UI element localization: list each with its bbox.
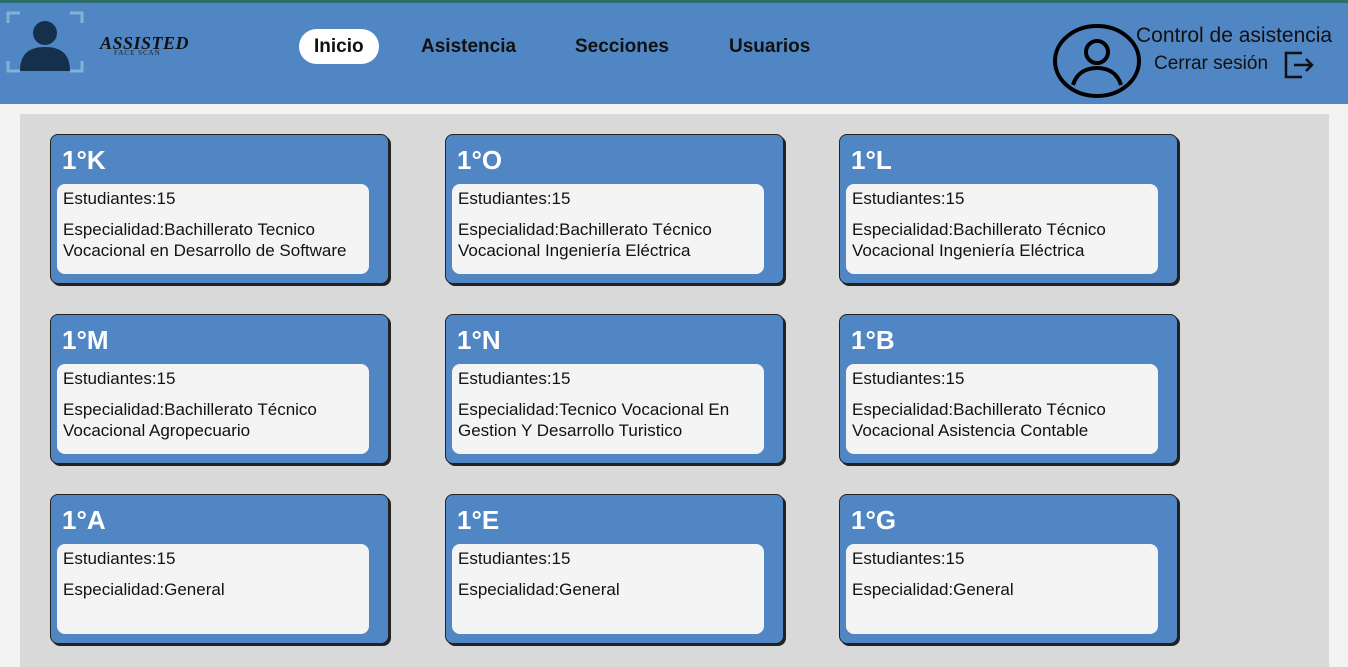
student-count: Estudiantes:15 xyxy=(852,189,965,208)
user-avatar-icon[interactable] xyxy=(1052,23,1142,99)
section-card[interactable]: 1°A Estudiantes:15 Especialidad:General xyxy=(50,494,389,644)
logout-icon[interactable] xyxy=(1282,49,1316,81)
section-name: 1°E xyxy=(457,505,500,535)
app-title: Control de asistencia xyxy=(1136,24,1333,47)
specialty: Especialidad:General xyxy=(63,580,225,599)
section-card[interactable]: 1°N Estudiantes:15 Especialidad:Tecnico … xyxy=(445,314,784,464)
section-card[interactable]: 1°G Estudiantes:15 Especialidad:General xyxy=(839,494,1178,644)
section-name: 1°N xyxy=(457,325,501,355)
student-count: Estudiantes:15 xyxy=(458,549,571,568)
section-card[interactable]: 1°L Estudiantes:15 Especialidad:Bachille… xyxy=(839,134,1178,284)
app-logo[interactable]: ASSISTED FACE SCAN xyxy=(6,9,196,75)
specialty: Especialidad:General xyxy=(852,580,1014,599)
section-card[interactable]: 1°O Estudiantes:15 Especialidad:Bachille… xyxy=(445,134,784,284)
nav-item-asistencia[interactable]: Asistencia xyxy=(421,29,516,64)
section-details: Estudiantes:15 Especialidad:Bachillerato… xyxy=(452,184,764,274)
specialty: Especialidad:Bachillerato Técnico Vocaci… xyxy=(63,400,317,440)
top-navbar: ASSISTED FACE SCAN Inicio Asistencia Sec… xyxy=(0,0,1348,104)
section-details: Estudiantes:15 Especialidad:General xyxy=(57,544,369,634)
section-name: 1°O xyxy=(457,145,503,175)
specialty: Especialidad:Bachillerato Tecnico Vocaci… xyxy=(63,220,347,260)
section-details: Estudiantes:15 Especialidad:Bachillerato… xyxy=(57,364,369,454)
section-name: 1°L xyxy=(851,145,892,175)
nav-item-secciones[interactable]: Secciones xyxy=(575,29,669,64)
section-card[interactable]: 1°B Estudiantes:15 Especialidad:Bachille… xyxy=(839,314,1178,464)
specialty: Especialidad:Bachillerato Técnico Vocaci… xyxy=(458,220,712,260)
section-card[interactable]: 1°K Estudiantes:15 Especialidad:Bachille… xyxy=(50,134,389,284)
section-details: Estudiantes:15 Especialidad:Bachillerato… xyxy=(846,184,1158,274)
specialty: Especialidad:General xyxy=(458,580,620,599)
section-name: 1°A xyxy=(62,505,106,535)
section-name: 1°B xyxy=(851,325,895,355)
student-count: Estudiantes:15 xyxy=(852,549,965,568)
student-count: Estudiantes:15 xyxy=(852,369,965,388)
section-name: 1°G xyxy=(851,505,897,535)
section-details: Estudiantes:15 Especialidad:General xyxy=(452,544,764,634)
logout-button[interactable]: Cerrar sesión xyxy=(1154,53,1268,75)
section-card[interactable]: 1°M Estudiantes:15 Especialidad:Bachille… xyxy=(50,314,389,464)
section-details: Estudiantes:15 Especialidad:Tecnico Voca… xyxy=(452,364,764,454)
section-card[interactable]: 1°E Estudiantes:15 Especialidad:General xyxy=(445,494,784,644)
section-details: Estudiantes:15 Especialidad:Bachillerato… xyxy=(846,364,1158,454)
section-name: 1°M xyxy=(62,325,109,355)
student-count: Estudiantes:15 xyxy=(458,369,571,388)
specialty: Especialidad:Tecnico Vocacional En Gesti… xyxy=(458,400,730,440)
brand-tagline: FACE SCAN xyxy=(114,49,161,57)
section-name: 1°K xyxy=(62,145,106,175)
student-count: Estudiantes:15 xyxy=(63,549,176,568)
specialty: Especialidad:Bachillerato Técnico Vocaci… xyxy=(852,220,1106,260)
student-count: Estudiantes:15 xyxy=(63,369,176,388)
specialty: Especialidad:Bachillerato Técnico Vocaci… xyxy=(852,400,1106,440)
section-details: Estudiantes:15 Especialidad:General xyxy=(846,544,1158,634)
nav-item-inicio[interactable]: Inicio xyxy=(299,29,379,64)
nav-item-usuarios[interactable]: Usuarios xyxy=(729,29,810,64)
section-details: Estudiantes:15 Especialidad:Bachillerato… xyxy=(57,184,369,274)
student-count: Estudiantes:15 xyxy=(63,189,176,208)
student-count: Estudiantes:15 xyxy=(458,189,571,208)
sections-panel: 1°K Estudiantes:15 Especialidad:Bachille… xyxy=(20,114,1329,667)
